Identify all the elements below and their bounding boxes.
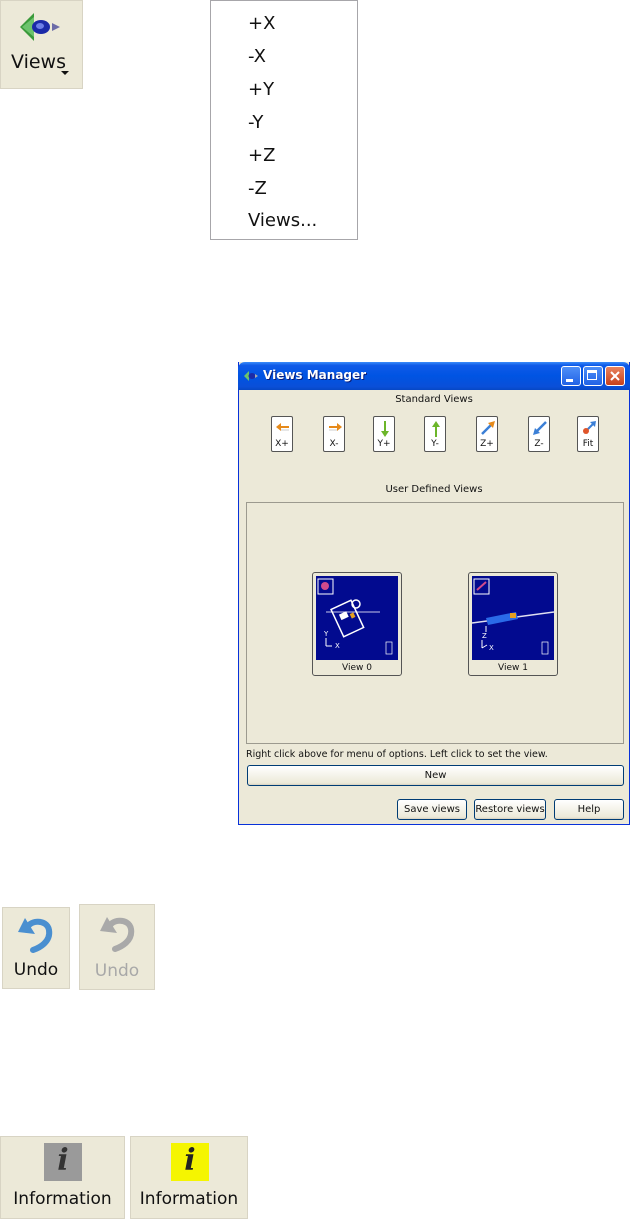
- close-icon: [610, 371, 620, 381]
- arrow-up-green-icon: [432, 421, 440, 437]
- undo-button-enabled[interactable]: Undo: [2, 907, 70, 989]
- arrow-diagonal-up-icon: [481, 421, 495, 435]
- view-button-x-plus[interactable]: X+: [271, 416, 293, 452]
- views-button-label: Views: [11, 51, 66, 73]
- view-button-label: X+: [275, 439, 289, 449]
- undo-label: Undo: [94, 961, 140, 981]
- view-button-label: Y+: [377, 439, 391, 449]
- user-view-thumbnail[interactable]: Z X View 1: [468, 572, 558, 676]
- information-label: Information: [13, 1189, 112, 1209]
- user-view-thumbnail[interactable]: Y X View 0: [312, 572, 402, 676]
- view-button-x-minus[interactable]: X-: [323, 416, 345, 452]
- fit-view-icon: [583, 421, 596, 434]
- view-button-label: X-: [329, 439, 339, 449]
- user-view-label: View 1: [498, 663, 528, 673]
- view-button-y-minus[interactable]: Y-: [424, 416, 446, 452]
- menu-item-views-dialog[interactable]: Views...: [248, 211, 317, 231]
- views-manager-window: Views Manager Standard Views X+ X- Y+ Y-…: [238, 362, 630, 825]
- new-view-button[interactable]: New: [247, 765, 624, 786]
- menu-item-plus-z[interactable]: +Z: [248, 146, 275, 166]
- menu-item-minus-z[interactable]: -Z: [248, 179, 267, 199]
- view-1-preview: Z X: [471, 576, 555, 660]
- menu-item-plus-x[interactable]: +X: [248, 14, 275, 34]
- minimize-icon: [566, 379, 573, 382]
- info-icon: i: [171, 1143, 209, 1181]
- view-button-label: Fit: [582, 439, 594, 449]
- svg-text:X: X: [335, 642, 340, 650]
- maximize-button[interactable]: [583, 366, 603, 386]
- standard-views-label: Standard Views: [395, 394, 473, 405]
- close-button[interactable]: [605, 366, 625, 386]
- usage-hint: Right click above for menu of options. L…: [246, 749, 548, 760]
- undo-arrow-icon: [18, 918, 53, 953]
- arrow-left-orange-icon: [276, 423, 289, 431]
- view-0-preview: Y X: [316, 576, 398, 660]
- info-icon: i: [44, 1143, 82, 1181]
- view-button-z-plus[interactable]: Z+: [476, 416, 498, 452]
- undo-label: Undo: [13, 960, 59, 980]
- view-button-z-minus[interactable]: Z-: [528, 416, 550, 452]
- title-bar[interactable]: Views Manager: [238, 362, 630, 390]
- view-button-fit[interactable]: Fit: [577, 416, 599, 452]
- view-button-label: Y-: [431, 439, 439, 449]
- minimize-button[interactable]: [561, 366, 581, 386]
- menu-item-minus-x[interactable]: -X: [248, 47, 266, 67]
- window-title: Views Manager: [263, 368, 367, 382]
- svg-text:Y: Y: [323, 630, 329, 638]
- user-defined-views-label: User Defined Views: [385, 484, 483, 495]
- arrow-down-green-icon: [381, 421, 389, 437]
- view-button-label: Z-: [534, 439, 544, 449]
- menu-item-minus-y[interactable]: -Y: [248, 113, 263, 133]
- undo-button-disabled: Undo: [79, 904, 155, 990]
- arrow-diagonal-down-icon: [533, 421, 547, 435]
- information-label: Information: [139, 1189, 239, 1209]
- user-view-label: View 0: [342, 663, 372, 673]
- view-button-label: Z+: [480, 439, 494, 449]
- view-button-y-plus[interactable]: Y+: [373, 416, 395, 452]
- restore-views-button[interactable]: Restore views: [474, 799, 546, 820]
- undo-arrow-icon: [100, 917, 135, 952]
- information-button-off[interactable]: i Information: [0, 1136, 125, 1219]
- arrow-right-orange-icon: [329, 423, 342, 431]
- eye-view-icon: [20, 13, 60, 41]
- information-button-on[interactable]: i Information: [130, 1136, 248, 1219]
- menu-item-plus-y[interactable]: +Y: [248, 80, 274, 100]
- user-views-panel[interactable]: Y X View 0 Z X View 1: [246, 502, 624, 744]
- svg-text:X: X: [489, 644, 494, 652]
- views-toolbar-button[interactable]: Views: [0, 0, 83, 89]
- chevron-down-icon: [61, 71, 69, 75]
- help-button[interactable]: Help: [554, 799, 624, 820]
- views-dropdown-menu: +X -X +Y -Y +Z -Z Views...: [210, 0, 358, 240]
- maximize-icon: [587, 370, 597, 380]
- save-views-button[interactable]: Save views: [397, 799, 467, 820]
- svg-text:Z: Z: [482, 632, 487, 640]
- app-icon: [244, 371, 258, 381]
